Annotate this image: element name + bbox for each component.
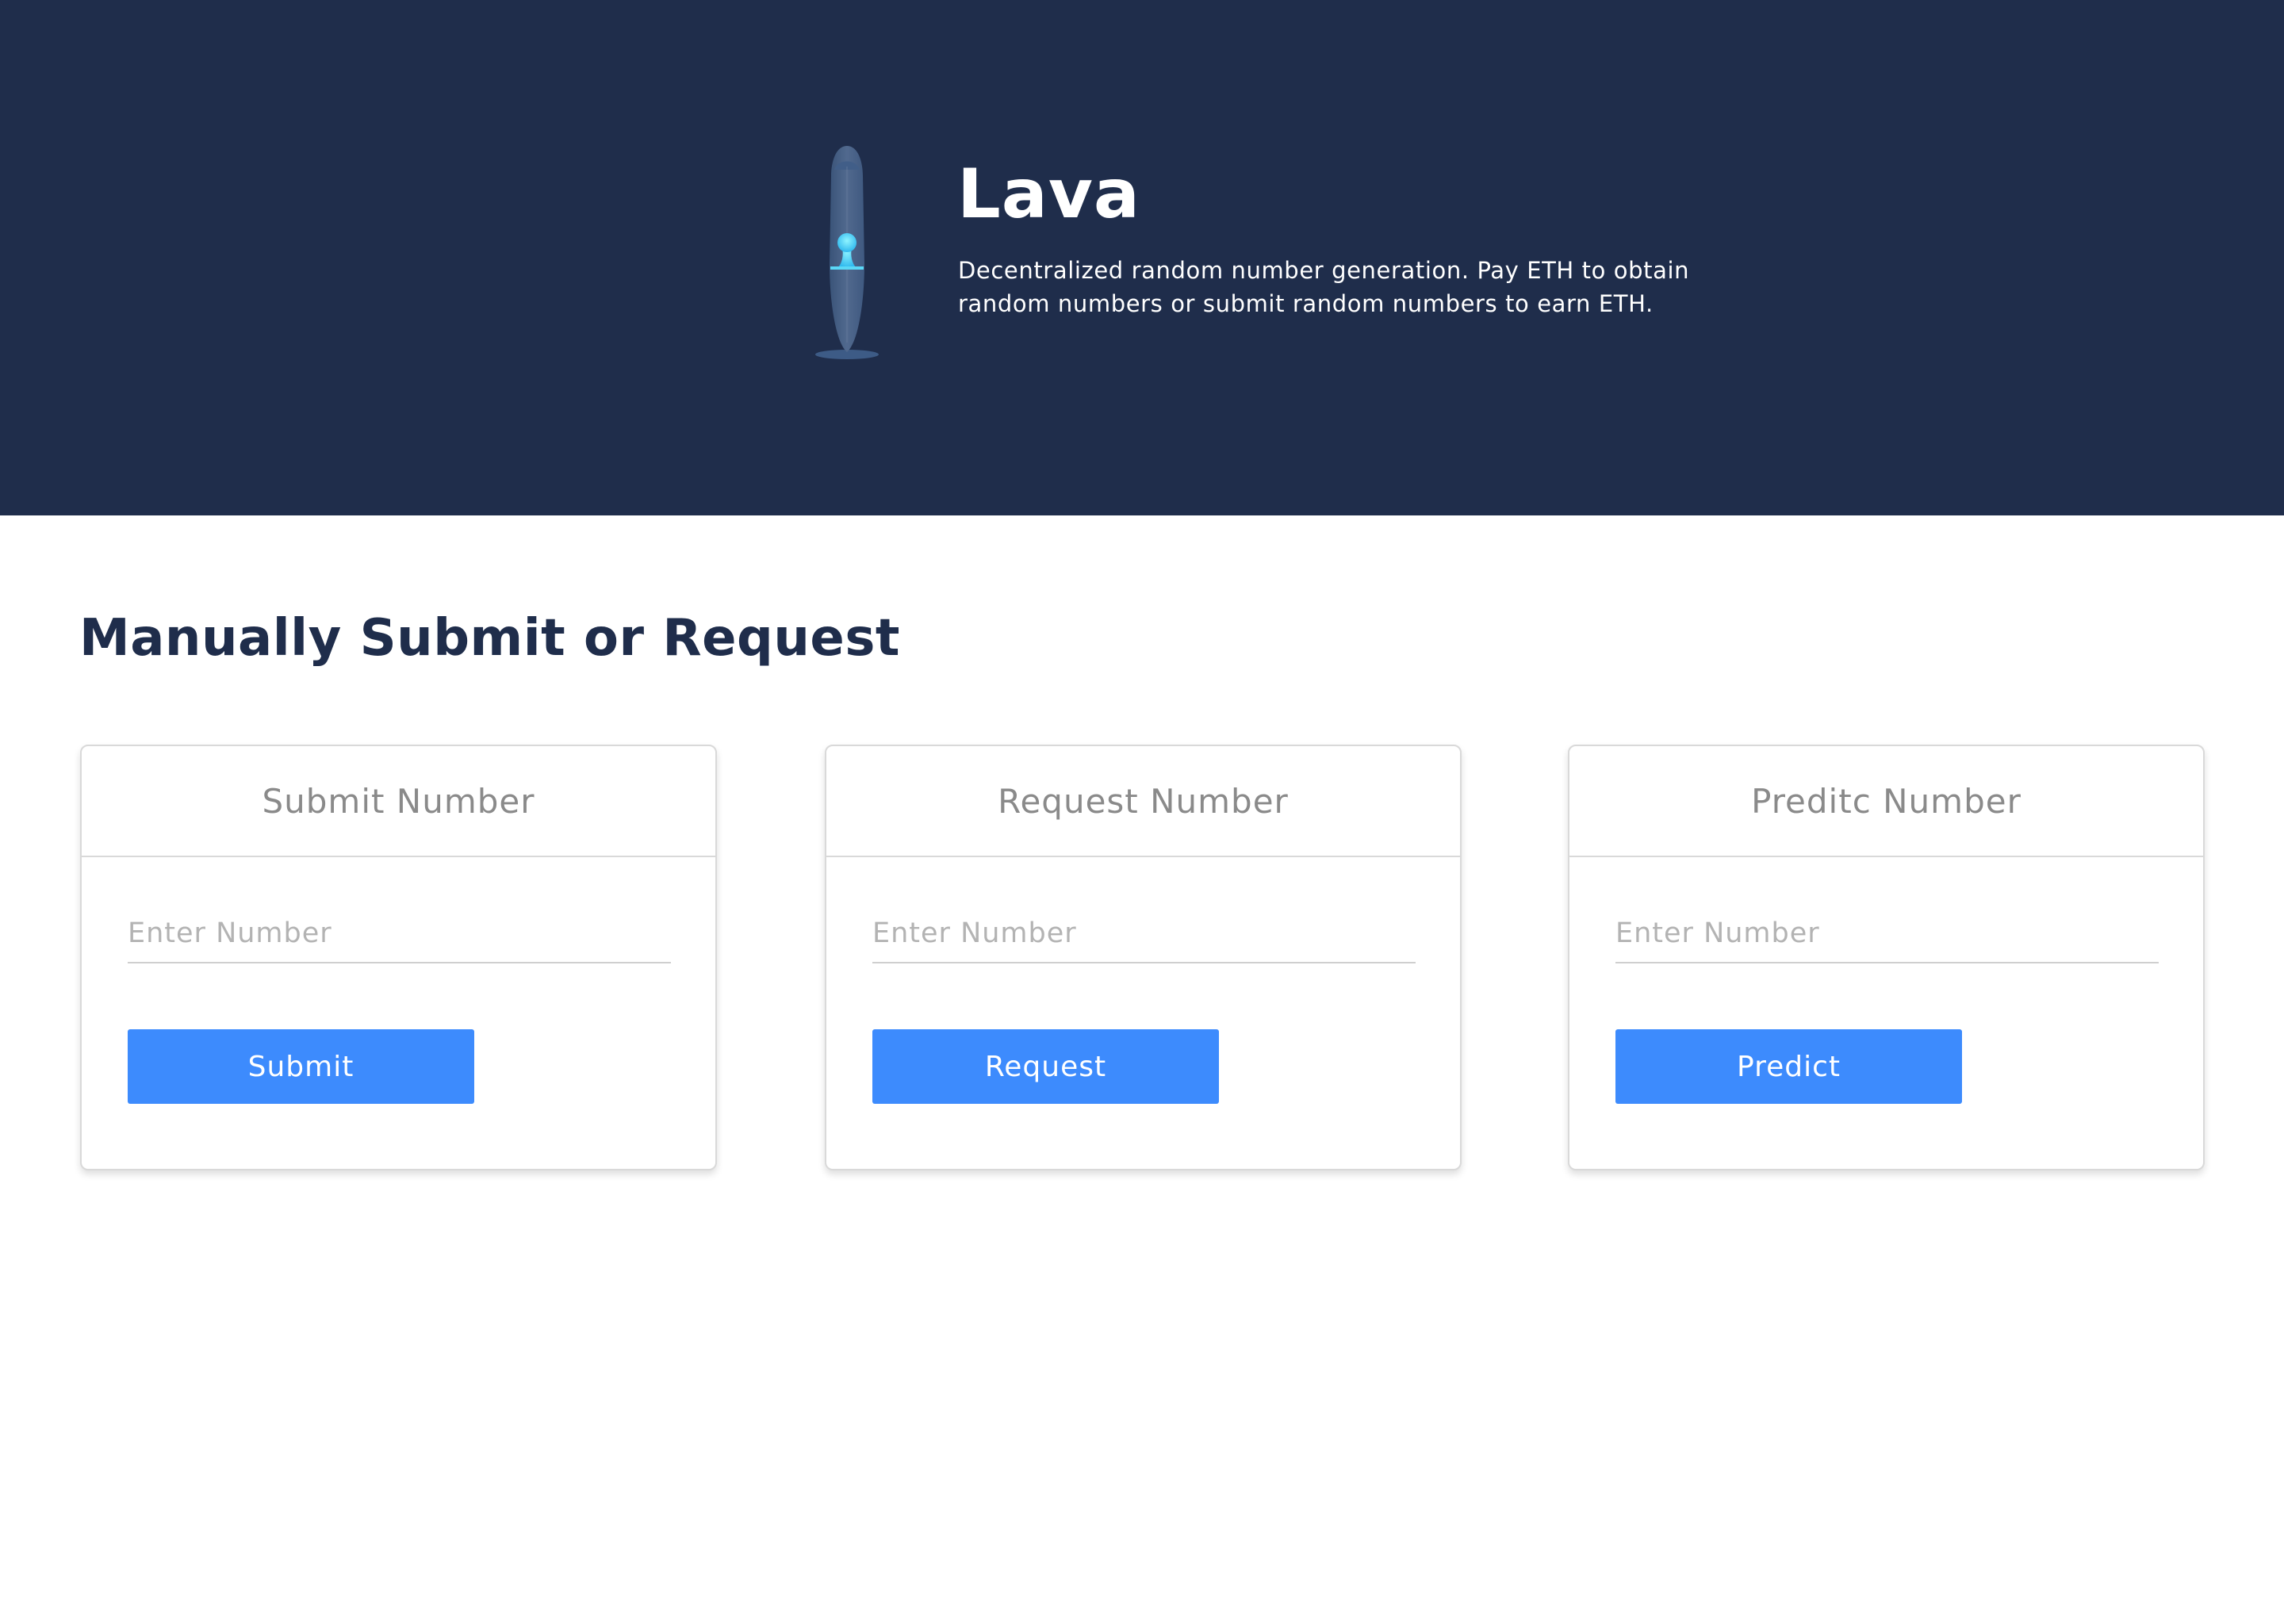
submit-number-input[interactable] [128,905,671,963]
lava-lamp-icon [815,146,879,359]
card-header: Request Number [826,746,1460,857]
app-title: Lava [957,155,1140,234]
section-title: Manually Submit or Request [79,609,900,668]
request-number-card: Request Number Request [825,745,1462,1170]
predict-number-card: Preditc Number Predict [1568,745,2205,1170]
card-title: Request Number [998,781,1289,821]
app-description: Decentralized random number generation. … [958,257,1690,317]
predict-button[interactable]: Predict [1615,1029,1962,1104]
card-title: Submit Number [262,781,535,821]
request-button[interactable]: Request [872,1029,1219,1104]
card-header: Preditc Number [1569,746,2203,857]
predict-number-input[interactable] [1615,905,2159,963]
hero-banner: Lava Decentralized random number generat… [0,0,2284,515]
submit-button[interactable]: Submit [128,1029,474,1104]
card-title: Preditc Number [1751,781,2021,821]
request-number-input[interactable] [872,905,1416,963]
card-header: Submit Number [82,746,715,857]
submit-number-card: Submit Number Submit [80,745,717,1170]
